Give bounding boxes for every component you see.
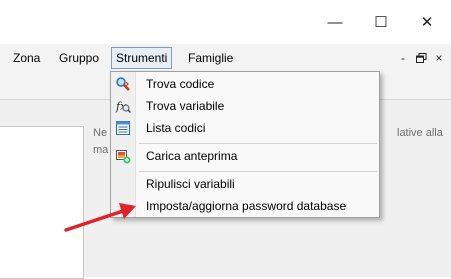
menu-strumenti[interactable]: Strumenti <box>111 47 173 69</box>
mdi-restore-button[interactable] <box>414 50 428 66</box>
panel-text-top: Ne <box>93 127 108 139</box>
menu-item-lista-codici[interactable]: Lista codici <box>111 118 379 139</box>
window-maximize-button[interactable]: ☐ <box>358 0 404 44</box>
window-minimize-button[interactable]: — <box>312 0 358 44</box>
panel-text-bottom: ma <box>93 144 109 156</box>
minimize-icon: — <box>327 13 343 31</box>
menu-item-ripulisci-variabili[interactable]: Ripulisci variabili <box>111 174 379 195</box>
strumenti-dropdown: Trova codice fx Trova variabile Lista co… <box>110 71 380 218</box>
menu-item-carica-anteprima[interactable]: Carica anteprima <box>111 146 379 167</box>
close-icon: × <box>435 51 443 65</box>
menu-item-label: Trova variabile <box>146 99 225 113</box>
list-icon <box>116 121 130 135</box>
menu-famiglie[interactable]: Famiglie <box>184 48 237 68</box>
maximize-icon: ☐ <box>374 14 388 31</box>
title-bar: — ☐ ✕ <box>0 0 451 44</box>
menu-gruppo[interactable]: Gruppo <box>55 48 103 68</box>
menu-separator <box>139 143 377 144</box>
menu-item-trova-codice[interactable]: Trova codice <box>111 74 379 95</box>
menu-item-imposta-password[interactable]: Imposta/aggiorna password database <box>111 196 379 217</box>
preview-icon <box>116 150 131 164</box>
menu-zona[interactable]: Zona <box>9 48 44 68</box>
menu-bar: Zona Gruppo Strumenti Famiglie - × <box>0 44 451 72</box>
menu-item-label: Carica anteprima <box>146 149 238 163</box>
menu-item-label: Lista codici <box>146 121 206 135</box>
menu-item-label: Trova codice <box>146 77 215 91</box>
close-icon: ✕ <box>420 14 434 31</box>
window-close-button[interactable]: ✕ <box>404 0 450 44</box>
left-panel <box>0 126 84 279</box>
panel-text-right: lative alla <box>397 127 443 139</box>
find-code-icon <box>116 77 130 91</box>
find-variable-icon: fx <box>115 100 131 114</box>
mdi-minimize-button[interactable]: - <box>396 50 410 66</box>
minimize-icon: - <box>401 51 405 65</box>
menu-item-label: Ripulisci variabili <box>146 177 235 191</box>
menu-item-trova-variabile[interactable]: fx Trova variabile <box>111 96 379 117</box>
menu-item-label: Imposta/aggiorna password database <box>146 199 347 213</box>
restore-icon <box>415 53 426 63</box>
menu-separator <box>139 171 377 172</box>
mdi-close-button[interactable]: × <box>432 50 446 66</box>
